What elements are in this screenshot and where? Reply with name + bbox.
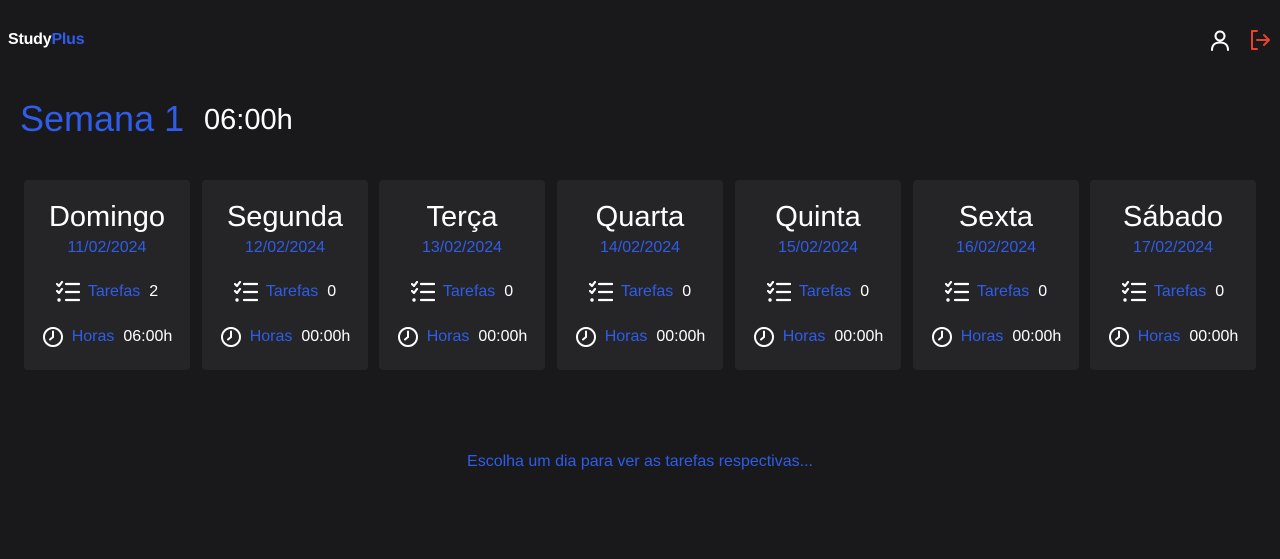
day-tasks: Tarefas 0: [379, 281, 545, 303]
hours-value: 00:00h: [656, 328, 706, 345]
hours-label: Horas: [1137, 328, 1181, 345]
hours-label: Horas: [604, 328, 648, 345]
day-name: Domingo: [48, 201, 166, 233]
tasks-count: 0: [1215, 283, 1225, 300]
hours-label: Horas: [426, 328, 470, 345]
empty-state-hint: Escolha um dia para ver as tarefas respe…: [467, 453, 813, 470]
clock-icon: [42, 327, 63, 347]
day-hours: Horas 00:00h: [557, 326, 723, 348]
checklist-icon: [233, 281, 258, 302]
hours-label: Horas: [71, 328, 115, 345]
tasks-count: 0: [682, 283, 692, 300]
hours-value: 00:00h: [478, 328, 528, 345]
day-name: Sábado: [1123, 201, 1223, 233]
day-hours: Horas 00:00h: [1090, 326, 1256, 348]
day-date: 16/02/2024: [955, 239, 1037, 256]
day-date: 13/02/2024: [421, 239, 503, 256]
tasks-count: 0: [327, 283, 337, 300]
day-hours: Horas 06:00h: [24, 326, 190, 348]
day-date: 11/02/2024: [67, 239, 147, 256]
clock-icon: [575, 327, 596, 347]
day-tasks: Tarefas 0: [735, 281, 901, 303]
logout-icon: [1251, 30, 1270, 50]
clock-icon: [931, 327, 952, 347]
day-card-quinta[interactable]: Quinta 15/02/2024 Tarefas 0 Horas 00:00h: [735, 180, 901, 370]
checklist-icon: [944, 281, 969, 302]
day-card-quarta[interactable]: Quarta 14/02/2024 Tarefas 0 Horas 00:00h: [557, 180, 723, 370]
day-tasks: Tarefas 0: [1090, 281, 1256, 303]
day-date: 17/02/2024: [1132, 239, 1214, 256]
day-card-sabado[interactable]: Sábado 17/02/2024 Tarefas 0 Horas 00:00h: [1090, 180, 1256, 370]
tasks-label: Tarefas: [87, 283, 141, 300]
logo-text-study: Study: [8, 31, 52, 48]
tasks-label: Tarefas: [620, 283, 674, 300]
day-tasks: Tarefas 0: [913, 281, 1079, 303]
day-hours: Horas 00:00h: [913, 326, 1079, 348]
day-name: Quarta: [595, 201, 685, 233]
day-tasks: Tarefas 2: [24, 281, 190, 303]
hours-label: Horas: [249, 328, 293, 345]
clock-icon: [753, 327, 774, 347]
day-date: 15/02/2024: [777, 239, 859, 256]
day-tasks: Tarefas 0: [557, 281, 723, 303]
checklist-icon: [55, 281, 80, 302]
hours-value: 00:00h: [1012, 328, 1062, 345]
week-total-hours: 06:00h: [204, 104, 293, 136]
logout-button[interactable]: [1248, 28, 1272, 52]
day-hours: Horas 00:00h: [379, 326, 545, 348]
clock-icon: [397, 327, 418, 347]
hours-label: Horas: [782, 328, 826, 345]
tasks-count: 2: [149, 283, 159, 300]
tasks-count: 0: [504, 283, 514, 300]
checklist-icon: [410, 281, 435, 302]
day-name: Segunda: [226, 201, 344, 233]
checklist-icon: [588, 281, 613, 302]
user-icon: [1211, 30, 1229, 51]
tasks-label: Tarefas: [265, 283, 319, 300]
day-name: Terça: [426, 201, 498, 233]
tasks-label: Tarefas: [1153, 283, 1207, 300]
checklist-icon: [1121, 281, 1146, 302]
day-hours: Horas 00:00h: [202, 326, 368, 348]
day-date: 14/02/2024: [599, 239, 681, 256]
clock-icon: [220, 327, 241, 347]
day-card-sexta[interactable]: Sexta 16/02/2024 Tarefas 0 Horas 00:00h: [913, 180, 1079, 370]
tasks-label: Tarefas: [442, 283, 496, 300]
top-bar: StudyPlus: [0, 0, 1280, 80]
day-card-terca[interactable]: Terça 13/02/2024 Tarefas 0 Horas 00:00h: [379, 180, 545, 370]
day-hours: Horas 00:00h: [735, 326, 901, 348]
day-tasks: Tarefas 0: [202, 281, 368, 303]
hours-label: Horas: [960, 328, 1004, 345]
tasks-count: 0: [860, 283, 870, 300]
checklist-icon: [766, 281, 791, 302]
week-title: Semana 1: [20, 98, 185, 139]
tasks-label: Tarefas: [976, 283, 1030, 300]
clock-icon: [1108, 327, 1129, 347]
logo-text-plus: Plus: [51, 31, 85, 48]
profile-button[interactable]: [1208, 28, 1232, 52]
day-card-domingo[interactable]: Domingo 11/02/2024 Tarefas 2 Horas 06:00…: [24, 180, 190, 370]
tasks-count: 0: [1038, 283, 1048, 300]
hours-value: 06:00h: [123, 328, 173, 345]
app-logo[interactable]: StudyPlus: [8, 31, 85, 49]
day-name: Quinta: [775, 201, 861, 233]
hours-value: 00:00h: [834, 328, 884, 345]
day-name: Sexta: [958, 201, 1034, 233]
hours-value: 00:00h: [1189, 328, 1239, 345]
day-card-segunda[interactable]: Segunda 12/02/2024 Tarefas 0 Horas 00:00…: [202, 180, 368, 370]
week-days: Domingo 11/02/2024 Tarefas 2 Horas 06:00…: [24, 180, 1256, 370]
day-date: 12/02/2024: [244, 239, 326, 256]
hours-value: 00:00h: [301, 328, 351, 345]
tasks-label: Tarefas: [798, 283, 852, 300]
